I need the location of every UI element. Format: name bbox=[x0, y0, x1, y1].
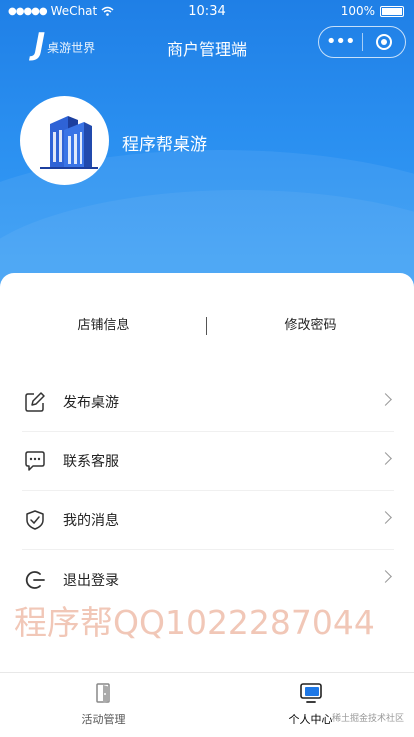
monitor-icon bbox=[299, 681, 323, 705]
tab-label: 活动管理 bbox=[81, 713, 126, 726]
watermark-text: 程序帮QQ1022287044 bbox=[14, 603, 375, 642]
chevron-right-icon bbox=[379, 393, 392, 406]
status-bar: ●●●●● WeChat 10:34 100% bbox=[0, 0, 414, 24]
menu-item-contact-support[interactable]: 联系客服 bbox=[22, 432, 394, 491]
chevron-right-icon bbox=[379, 570, 392, 583]
change-password-button[interactable]: 修改密码 bbox=[207, 311, 414, 341]
action-divider bbox=[206, 317, 207, 335]
menu-item-label: 我的消息 bbox=[63, 513, 119, 529]
chat-icon bbox=[23, 449, 47, 473]
battery-icon bbox=[380, 5, 404, 17]
menu-item-publish-game[interactable]: 发布桌游 bbox=[22, 373, 394, 432]
tab-label: 个人中心 bbox=[288, 713, 333, 726]
shield-check-icon bbox=[23, 508, 47, 532]
menu-item-label: 联系客服 bbox=[63, 454, 119, 470]
shop-name: 程序帮桌游 bbox=[122, 135, 207, 155]
header-background: ●●●●● WeChat 10:34 100% J 桌游世界 商户管理端 ••• bbox=[0, 0, 414, 300]
close-mini-program-button[interactable] bbox=[362, 34, 405, 50]
logout-icon bbox=[23, 568, 47, 592]
chevron-right-icon bbox=[379, 511, 392, 524]
edit-icon bbox=[23, 390, 47, 414]
menu-list: 发布桌游 联系客服 我的消息 退出登录 bbox=[22, 373, 394, 609]
chevron-right-icon bbox=[379, 452, 392, 465]
more-options-icon[interactable]: ••• bbox=[319, 27, 362, 57]
building-icon bbox=[39, 115, 98, 169]
menu-item-label: 发布桌游 bbox=[63, 395, 119, 411]
quick-actions: 店铺信息 修改密码 bbox=[0, 311, 414, 341]
menu-item-my-messages[interactable]: 我的消息 bbox=[22, 491, 394, 550]
menu-item-label: 退出登录 bbox=[63, 572, 119, 589]
store-info-button[interactable]: 店铺信息 bbox=[0, 311, 207, 341]
avatar[interactable] bbox=[20, 96, 109, 185]
door-icon bbox=[92, 681, 116, 705]
status-battery: 100% bbox=[341, 4, 404, 18]
nav-bar: J 桌游世界 商户管理端 ••• bbox=[0, 24, 414, 68]
tab-personal-center[interactable]: 个人中心 bbox=[207, 673, 414, 737]
battery-percent: 100% bbox=[340, 4, 375, 18]
target-icon bbox=[375, 34, 392, 50]
corner-watermark: 稀土掘金技术社区 bbox=[331, 714, 404, 724]
mini-program-capsule: ••• bbox=[318, 26, 406, 58]
tab-bar: 活动管理 个人中心 bbox=[0, 672, 414, 737]
tab-activity-management[interactable]: 活动管理 bbox=[0, 673, 207, 737]
